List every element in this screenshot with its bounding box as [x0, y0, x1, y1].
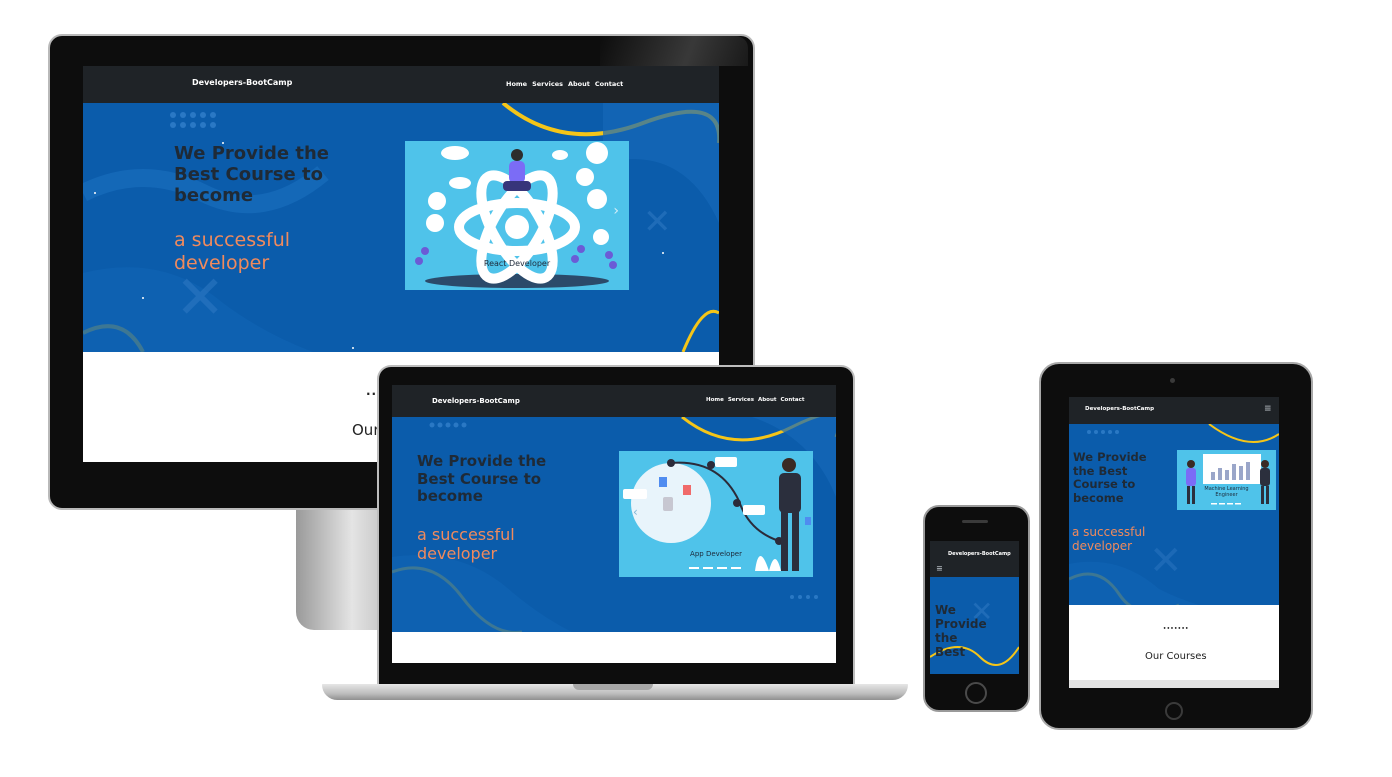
- course-carousel-slide[interactable]: Machine Learning Engineer: [1177, 450, 1276, 510]
- nav-link-services[interactable]: Services: [728, 397, 754, 403]
- desktop-hero: ✕ ✕ We Provide the Best Course to become…: [83, 103, 719, 352]
- brand-logo[interactable]: Developers-BootCamp: [432, 397, 520, 405]
- nav-link-home[interactable]: Home: [706, 397, 724, 403]
- tablet-navbar: Developers-BootCamp ≡: [1069, 397, 1279, 424]
- laptop-hero: We Provide the Best Course to become a s…: [392, 417, 836, 632]
- nav-link-home[interactable]: Home: [506, 80, 527, 88]
- hero-subtitle: a successful developer: [417, 525, 515, 564]
- desktop-navbar: Developers-BootCamp Home Services About …: [83, 66, 719, 103]
- nav-link-about[interactable]: About: [568, 80, 590, 88]
- tablet-screen: Developers-BootCamp ≡ ✕ We Provide the B…: [1069, 397, 1279, 688]
- phone-speaker: [962, 520, 988, 523]
- menu-icon[interactable]: ≡: [1264, 404, 1272, 414]
- section-heading-partial: Our: [352, 421, 380, 439]
- brand-logo[interactable]: Developers-BootCamp: [948, 551, 1011, 557]
- hero-title: We Provide the Best: [935, 603, 987, 660]
- hero-title: We Provide the Best Course to become: [417, 452, 547, 506]
- phone-navbar: Developers-BootCamp ≡: [930, 541, 1019, 577]
- laptop-content-section: [392, 632, 836, 663]
- monitor-glare: [600, 36, 748, 66]
- carousel-next-arrow[interactable]: ›: [613, 203, 619, 219]
- carousel-prev-arrow[interactable]: ‹: [633, 505, 638, 519]
- app-developer-illustration: [623, 457, 811, 571]
- tablet-hero: ✕ We Provide the Best Course to become a…: [1069, 424, 1279, 605]
- laptop-notch: [573, 684, 653, 690]
- hero-subtitle: a successful developer: [174, 229, 291, 274]
- nav-links: Home Services About Contact: [706, 397, 804, 403]
- nav-link-contact[interactable]: Contact: [595, 80, 623, 88]
- tablet-camera: [1170, 378, 1175, 383]
- tablet-content-section: ••••••• Our Courses: [1069, 605, 1279, 680]
- section-heading: Our Courses: [1145, 651, 1207, 662]
- nav-link-contact[interactable]: Contact: [781, 397, 805, 403]
- slide-caption: React Developer: [483, 259, 551, 268]
- brand-logo[interactable]: Developers-BootCamp: [1085, 406, 1154, 412]
- slide-caption: Machine Learning Engineer: [1204, 486, 1249, 498]
- nav-link-about[interactable]: About: [758, 397, 777, 403]
- phone-screen: Developers-BootCamp ≡ ✕ We Provide the B…: [930, 541, 1019, 674]
- slide-caption: App Developer: [690, 550, 742, 558]
- hero-title: We Provide the Best Course to become: [174, 143, 330, 207]
- phone-home-button: [965, 682, 987, 704]
- nav-link-services[interactable]: Services: [532, 80, 563, 88]
- tablet-footer-strip: [1069, 680, 1279, 688]
- svg-text:✕: ✕: [1149, 538, 1183, 584]
- brand-logo[interactable]: Developers-BootCamp: [192, 78, 292, 87]
- section-divider-dots: •••••••: [1163, 626, 1189, 632]
- tablet-home-button: [1165, 702, 1183, 720]
- svg-text:✕: ✕: [643, 202, 672, 242]
- machine-learning-illustration: [1186, 454, 1270, 505]
- hero-subtitle: a successful developer: [1072, 525, 1146, 554]
- course-carousel-slide[interactable]: App Developer ‹: [619, 451, 813, 577]
- hero-title: We Provide the Best Course to become: [1073, 450, 1147, 505]
- phone-hero: ✕ We Provide the Best: [930, 577, 1019, 674]
- laptop-navbar: Developers-BootCamp Home Services About …: [392, 385, 836, 417]
- menu-icon[interactable]: ≡: [936, 564, 943, 573]
- course-carousel-slide[interactable]: React Developer ›: [405, 141, 629, 290]
- nav-links: Home Services About Contact: [506, 80, 623, 88]
- laptop-screen: Developers-BootCamp Home Services About …: [392, 385, 836, 663]
